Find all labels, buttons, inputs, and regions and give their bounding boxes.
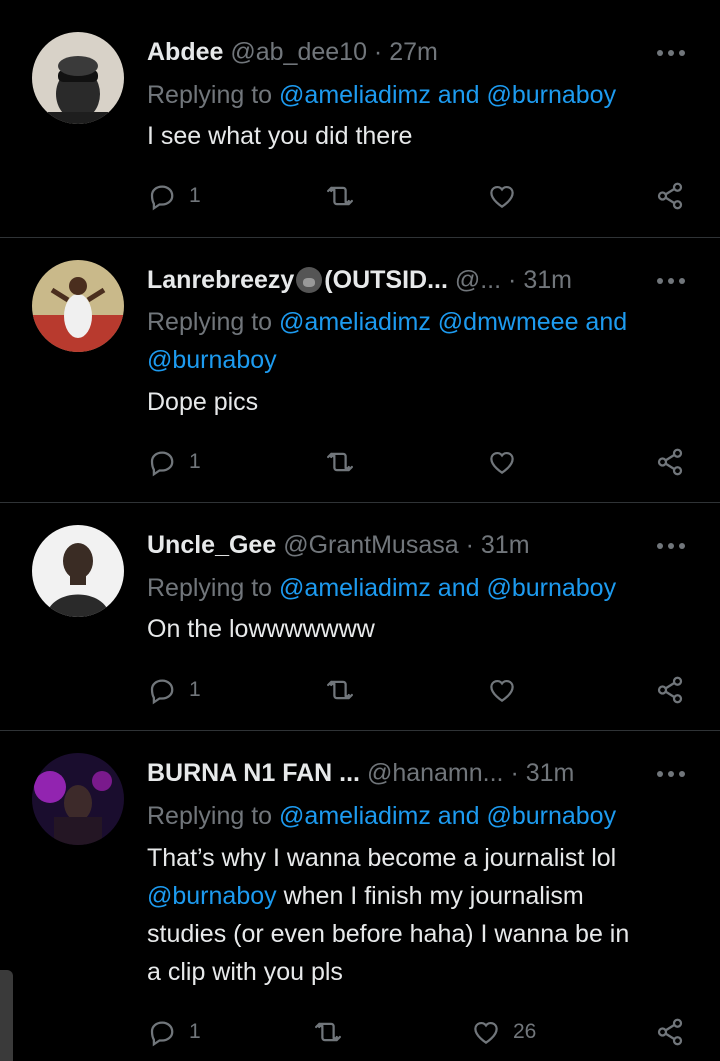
share-button[interactable] — [655, 178, 685, 214]
more-icon[interactable] — [656, 44, 686, 60]
retweet-button[interactable] — [325, 178, 355, 214]
share-icon — [657, 448, 683, 476]
heart-icon — [490, 451, 514, 474]
scrollbar-thumb[interactable] — [0, 970, 13, 1061]
gorilla-emoji-icon — [296, 267, 323, 293]
timestamp[interactable]: 31m — [523, 266, 572, 294]
display-name-suffix[interactable]: (OUTSID... — [324, 266, 448, 294]
reply-count: 1 — [189, 678, 201, 701]
tweet-4[interactable]: BURNA N1 FAN ... @hanamn... · 31m Replyi… — [0, 731, 720, 1061]
share-icon — [657, 1018, 683, 1046]
timestamp[interactable]: 31m — [481, 531, 530, 559]
heart-icon — [474, 1021, 498, 1044]
replying-to: Replying to @ameliadimz and @burnaboy — [147, 574, 617, 602]
tweet-actions: 1 26 — [147, 1014, 687, 1050]
reply-icon — [150, 185, 174, 211]
share-button[interactable] — [655, 1014, 685, 1050]
share-button[interactable] — [655, 672, 685, 708]
like-button[interactable] — [487, 178, 529, 214]
retweet-button[interactable] — [325, 444, 355, 480]
tweet-text: On the lowwwwwww — [147, 615, 375, 643]
reply-count: 1 — [189, 184, 201, 207]
retweet-icon — [327, 186, 353, 206]
like-button[interactable]: 26 — [471, 1014, 536, 1050]
avatar[interactable] — [32, 32, 124, 124]
more-icon[interactable] — [656, 765, 686, 781]
display-name[interactable]: Lanrebreezy — [147, 266, 294, 294]
user-handle[interactable]: @ab_dee10 — [230, 38, 367, 66]
reply-icon — [150, 679, 174, 705]
reply-button[interactable]: 1 — [147, 1014, 201, 1050]
user-handle[interactable]: @GrantMusasa — [283, 531, 458, 559]
reply-icon — [150, 1021, 174, 1047]
reply-mentions[interactable]: @ameliadimz @dmwmeee and — [279, 308, 627, 336]
reply-count: 1 — [189, 1020, 201, 1043]
retweet-icon — [327, 452, 353, 472]
replying-to: Replying to @ameliadimz @dmwmeee and @bu… — [147, 308, 628, 374]
retweet-button[interactable] — [325, 672, 355, 708]
like-button[interactable] — [487, 444, 529, 480]
replying-to: Replying to @ameliadimz and @burnaboy — [147, 81, 617, 109]
share-icon — [657, 676, 683, 704]
more-icon[interactable] — [656, 537, 686, 553]
user-handle[interactable]: @... — [455, 266, 501, 294]
tweet-text: Dope pics — [147, 388, 259, 416]
tweet-text: I see what you did there — [147, 122, 413, 150]
retweet-icon — [327, 680, 353, 700]
reply-button[interactable]: 1 — [147, 444, 201, 480]
replying-to: Replying to @ameliadimz and @burnaboy — [147, 802, 617, 830]
like-button[interactable] — [487, 672, 529, 708]
timestamp[interactable]: 27m — [389, 38, 438, 66]
tweet-3[interactable]: Uncle_Gee @GrantMusasa · 31m Replying to… — [0, 503, 720, 730]
avatar[interactable] — [32, 260, 124, 352]
avatar[interactable] — [32, 753, 124, 845]
user-handle[interactable]: @hanamn... — [367, 759, 504, 787]
reply-mentions-2[interactable]: @burnaboy — [147, 346, 277, 374]
reply-mentions[interactable]: @ameliadimz and @burnaboy — [279, 81, 616, 109]
tweet-actions: 1 — [147, 178, 687, 214]
retweet-button[interactable] — [313, 1014, 343, 1050]
tweet-1[interactable]: Abdee @ab_dee10 · 27m Replying to @ameli… — [0, 0, 720, 237]
display-name[interactable]: BURNA N1 FAN ... — [147, 759, 360, 787]
share-icon — [657, 182, 683, 210]
reply-button[interactable]: 1 — [147, 672, 201, 708]
avatar[interactable] — [32, 525, 124, 617]
tweet-2[interactable]: Lanrebreezy (OUTSID... @... · 31m Replyin… — [0, 238, 720, 502]
heart-icon — [490, 185, 514, 208]
more-icon[interactable] — [656, 272, 686, 288]
tweet-text: That’s why I wanna become a journalist l… — [147, 844, 630, 986]
reply-mentions[interactable]: @ameliadimz and @burnaboy — [279, 802, 616, 830]
like-count: 26 — [513, 1020, 537, 1043]
display-name[interactable]: Abdee — [147, 38, 223, 66]
body-mention[interactable]: @burnaboy — [147, 882, 277, 910]
reply-icon — [150, 451, 174, 477]
share-button[interactable] — [655, 444, 685, 480]
reply-mentions[interactable]: @ameliadimz and @burnaboy — [279, 574, 616, 602]
tweet-actions: 1 — [147, 444, 687, 480]
reply-button[interactable]: 1 — [147, 178, 201, 214]
tweet-actions: 1 — [147, 672, 687, 708]
retweet-icon — [315, 1022, 341, 1042]
heart-icon — [490, 679, 514, 702]
display-name[interactable]: Uncle_Gee — [147, 531, 276, 559]
reply-count: 1 — [189, 450, 201, 473]
timestamp[interactable]: 31m — [526, 759, 575, 787]
